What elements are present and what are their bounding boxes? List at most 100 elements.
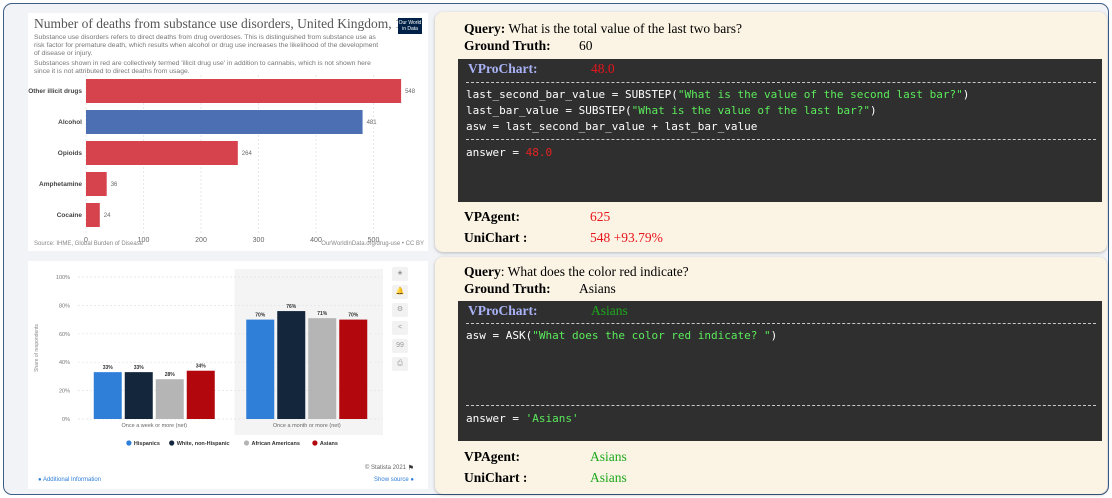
legend-marker bbox=[243, 440, 250, 446]
vpagent-answer: Asians bbox=[590, 449, 627, 464]
code-answer-line: answer = 48.0 bbox=[466, 146, 553, 159]
bar-value-label: 264 bbox=[242, 151, 253, 157]
y-tick-label: 0% bbox=[62, 417, 70, 423]
code-divider bbox=[466, 323, 1096, 324]
bar-value-label: 28% bbox=[165, 372, 176, 378]
code-line: asw = ASK("What does the color red indic… bbox=[466, 329, 778, 342]
category-label: Cocaine bbox=[57, 212, 83, 219]
vpagent-label: VPAgent: bbox=[464, 209, 520, 224]
x-tick-label: Once a month or more (net) bbox=[273, 423, 341, 429]
ground-truth-label: Ground Truth: bbox=[464, 38, 551, 53]
x-tick-label: Once a week or more (net) bbox=[122, 423, 188, 429]
bar bbox=[86, 110, 363, 134]
ground-truth-label: Ground Truth: bbox=[464, 281, 551, 296]
x-tick-label: 400 bbox=[310, 237, 322, 244]
unichart-label: UniChart : bbox=[464, 470, 528, 485]
bar-value-label: 36 bbox=[111, 182, 118, 188]
bar bbox=[246, 319, 275, 419]
star-icon[interactable]: ★ bbox=[392, 267, 408, 281]
unichart-label: UniChart : bbox=[464, 230, 528, 245]
query-label: Query bbox=[464, 264, 501, 279]
category-label: Opioids bbox=[58, 150, 83, 157]
bar-value-label: 71% bbox=[317, 311, 328, 317]
bar bbox=[308, 318, 337, 419]
legend-marker bbox=[126, 440, 132, 446]
x-tick-label: 200 bbox=[195, 237, 207, 244]
y-tick-label: 20% bbox=[59, 389, 70, 395]
vprochart-answer: Asians bbox=[591, 303, 628, 318]
bell-icon[interactable]: 🔔 bbox=[392, 285, 408, 299]
bar-value-label: 70% bbox=[255, 313, 266, 319]
code-divider bbox=[466, 139, 1096, 140]
legend-marker bbox=[312, 440, 318, 446]
example-card-color-meaning: Query: What does the color red indicate?… bbox=[435, 257, 1107, 494]
ground-truth-value: 60 bbox=[579, 38, 593, 53]
bar bbox=[86, 79, 402, 103]
category-label: Amphetamine bbox=[39, 181, 82, 188]
code-divider bbox=[466, 405, 1096, 406]
chart-license-link[interactable]: OurWorldInData.org/drug-use • CC BY bbox=[321, 241, 424, 247]
query-line: Query: What is the total value of the la… bbox=[464, 21, 742, 37]
y-tick-label: 100% bbox=[56, 275, 70, 281]
statista-chart-panel: 0% 20% 40% 60% 80% 100% Share of respondents 33… bbox=[28, 261, 428, 489]
print-icon[interactable]: ⎙ bbox=[392, 357, 408, 371]
chart-source: Source: IHME, Global Burden of Disease bbox=[34, 241, 144, 247]
code-line: asw = last_second_bar_value + last_bar_v… bbox=[466, 120, 758, 133]
bar-value-label: 33% bbox=[134, 365, 145, 371]
vprochart-label: VProChart: bbox=[468, 303, 538, 318]
quote-icon[interactable]: 99 bbox=[392, 339, 408, 353]
bar bbox=[186, 370, 215, 419]
query-line: Query: What does the color red indicate? bbox=[464, 264, 689, 280]
category-label: Other illicit drugs bbox=[28, 88, 82, 95]
bar bbox=[86, 203, 100, 227]
bar-value-label: 76% bbox=[286, 304, 297, 310]
bar-value-label: 33% bbox=[103, 365, 114, 371]
gear-icon[interactable]: ⚙ bbox=[392, 303, 408, 317]
unichart-answer: Asians bbox=[590, 470, 627, 485]
code-divider bbox=[466, 82, 1096, 83]
bar-value-label: 70% bbox=[348, 313, 359, 319]
legend-label: White, non-Hispanic bbox=[177, 441, 230, 447]
statista-copyright: © Statista 2021 bbox=[364, 465, 406, 471]
vpagent-answer: 625 bbox=[590, 209, 611, 224]
legend-label: Hispanics bbox=[134, 441, 160, 447]
x-tick-label: 300 bbox=[253, 237, 265, 244]
y-axis-label: Share of respondents bbox=[34, 324, 40, 372]
show-source-link[interactable]: Show source ● bbox=[374, 477, 414, 483]
bar-value-label: 34% bbox=[196, 364, 207, 370]
legend-label: Asians bbox=[320, 441, 338, 447]
additional-information-label: Additional Information bbox=[42, 477, 102, 483]
query-text: : What does the color red indicate? bbox=[500, 264, 689, 279]
bar bbox=[93, 372, 122, 419]
bar-value-label: 481 bbox=[367, 120, 378, 126]
query-label: Query: bbox=[464, 21, 506, 36]
horizontal-bar-chart: 0 100 200 300 400 500Other illicit drugs 548Al… bbox=[28, 75, 416, 244]
statista-toolbar: ★ 🔔 ⚙ < 99 ⎙ bbox=[392, 267, 410, 379]
y-tick-label: 80% bbox=[59, 303, 70, 309]
vprochart-label: VProChart: bbox=[468, 61, 538, 76]
y-tick-label: 40% bbox=[59, 360, 70, 366]
y-tick-label: 60% bbox=[59, 332, 70, 338]
vprochart-program-block: VProChart: 48.0 last_second_bar_value = … bbox=[458, 59, 1102, 202]
ground-truth-value: Asians bbox=[579, 281, 616, 296]
substance-deaths-chart-panel: Number of deaths from substance use diso… bbox=[28, 13, 428, 251]
code-answer-line: answer = 'Asians' bbox=[466, 412, 579, 425]
legend-marker bbox=[169, 440, 175, 446]
bar-value-label: 548 bbox=[405, 89, 416, 95]
additional-information-link[interactable]: ● Additional Information bbox=[38, 477, 101, 483]
category-label: Alcohol bbox=[58, 119, 82, 126]
bar bbox=[155, 379, 184, 419]
vprochart-answer: 48.0 bbox=[591, 61, 615, 76]
grouped-bar-chart: 0% 20% 40% 60% 80% 100% Share of respondents 33… bbox=[34, 269, 383, 447]
query-text: What is the total value of the last two … bbox=[505, 21, 742, 36]
vpagent-label: VPAgent: bbox=[464, 449, 520, 464]
info-icon: ● bbox=[408, 477, 414, 483]
bar-value-label: 24 bbox=[104, 213, 111, 219]
share-icon[interactable]: < bbox=[392, 321, 408, 335]
code-line: last_second_bar_value = SUBSTEP("What is… bbox=[466, 88, 970, 101]
example-card-total-value: Query: What is the total value of the la… bbox=[435, 12, 1107, 252]
code-line: last_bar_value = SUBSTEP("What is the va… bbox=[466, 104, 877, 117]
vprochart-program-block: VProChart: Asians asw = ASK("What does t… bbox=[458, 301, 1102, 441]
unichart-answer: 548 +93.79% bbox=[590, 230, 663, 245]
bar bbox=[86, 141, 238, 165]
